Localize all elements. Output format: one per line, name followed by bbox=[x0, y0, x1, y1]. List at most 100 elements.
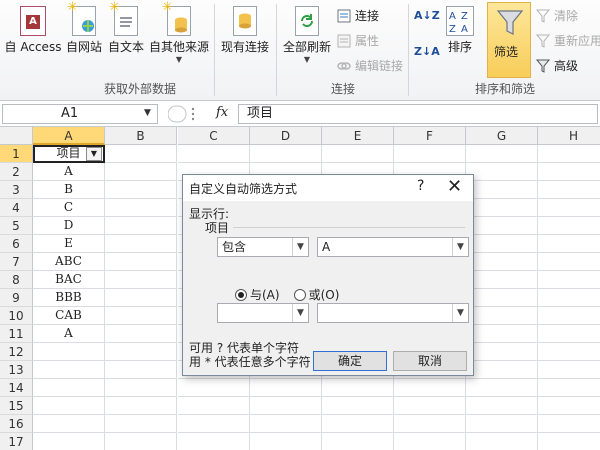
from-text-button[interactable]: ✳ 自文本 bbox=[106, 1, 146, 55]
cell-b14[interactable] bbox=[105, 379, 177, 397]
insert-function-button[interactable]: fx bbox=[216, 105, 228, 120]
cell-f17[interactable] bbox=[394, 433, 466, 450]
row-header-14[interactable]: 14 bbox=[0, 379, 33, 397]
row-header-11[interactable]: 11 bbox=[0, 325, 33, 343]
cell-a14[interactable] bbox=[33, 379, 105, 397]
cell-g16[interactable] bbox=[466, 415, 538, 433]
cell-h10[interactable] bbox=[538, 307, 600, 325]
cell-g12[interactable] bbox=[466, 343, 538, 361]
cell-h15[interactable] bbox=[538, 397, 600, 415]
cell-h2[interactable] bbox=[538, 163, 600, 181]
column-header-h[interactable]: H bbox=[538, 127, 600, 145]
cell-c1[interactable] bbox=[178, 145, 250, 163]
row-header-12[interactable]: 12 bbox=[0, 343, 33, 361]
cell-h3[interactable] bbox=[538, 181, 600, 199]
cell-e15[interactable] bbox=[322, 397, 394, 415]
cell-b12[interactable] bbox=[105, 343, 177, 361]
cell-a10[interactable]: CAB bbox=[33, 307, 105, 325]
cell-g14[interactable] bbox=[466, 379, 538, 397]
cell-g8[interactable] bbox=[466, 271, 538, 289]
cell-h12[interactable] bbox=[538, 343, 600, 361]
ok-button[interactable]: 确定 bbox=[313, 351, 387, 371]
cell-h4[interactable] bbox=[538, 199, 600, 217]
cell-d15[interactable] bbox=[250, 397, 322, 415]
row-header-5[interactable]: 5 bbox=[0, 217, 33, 235]
cell-g4[interactable] bbox=[466, 199, 538, 217]
row-header-6[interactable]: 6 bbox=[0, 235, 33, 253]
cell-d17[interactable] bbox=[250, 433, 322, 450]
row-header-15[interactable]: 15 bbox=[0, 397, 33, 415]
row-header-17[interactable]: 17 bbox=[0, 433, 33, 450]
cell-b10[interactable] bbox=[105, 307, 177, 325]
cell-c16[interactable] bbox=[178, 415, 250, 433]
edit-links-button[interactable]: 编辑链接 bbox=[337, 57, 403, 74]
autofilter-dropdown-button[interactable]: ▼ bbox=[86, 147, 102, 161]
cell-c15[interactable] bbox=[178, 397, 250, 415]
help-button[interactable]: ? bbox=[417, 178, 424, 194]
cell-a4[interactable]: C bbox=[33, 199, 105, 217]
row-header-13[interactable]: 13 bbox=[0, 361, 33, 379]
connections-button[interactable]: 连接 bbox=[337, 7, 379, 24]
cell-a8[interactable]: BAC bbox=[33, 271, 105, 289]
cell-b13[interactable] bbox=[105, 361, 177, 379]
row-header-16[interactable]: 16 bbox=[0, 415, 33, 433]
condition2-value-input[interactable]: ▼ bbox=[317, 303, 469, 323]
cell-b9[interactable] bbox=[105, 289, 177, 307]
cell-f1[interactable] bbox=[394, 145, 466, 163]
column-header-g[interactable]: G bbox=[466, 127, 538, 145]
advanced-filter-button[interactable]: 高级 bbox=[535, 57, 578, 74]
select-all-corner[interactable] bbox=[0, 127, 33, 145]
row-header-4[interactable]: 4 bbox=[0, 199, 33, 217]
cell-b6[interactable] bbox=[105, 235, 177, 253]
and-radio[interactable] bbox=[235, 288, 247, 301]
cell-e1[interactable] bbox=[322, 145, 394, 163]
cell-g1[interactable] bbox=[466, 145, 538, 163]
cell-a17[interactable] bbox=[33, 433, 105, 450]
existing-connections-button[interactable]: 现有连接 bbox=[218, 6, 272, 55]
cell-a13[interactable] bbox=[33, 361, 105, 379]
refresh-all-button[interactable]: 全部刷新 ▼ bbox=[280, 6, 334, 64]
cell-c17[interactable] bbox=[178, 433, 250, 450]
cell-g2[interactable] bbox=[466, 163, 538, 181]
cell-e14[interactable] bbox=[322, 379, 394, 397]
cell-c14[interactable] bbox=[178, 379, 250, 397]
cell-b2[interactable] bbox=[105, 163, 177, 181]
reapply-button[interactable]: 重新应用 bbox=[535, 32, 600, 49]
column-header-e[interactable]: E bbox=[322, 127, 394, 145]
sort-button[interactable]: AZZA 排序 bbox=[440, 6, 480, 55]
cell-a3[interactable]: B bbox=[33, 181, 105, 199]
cell-e17[interactable] bbox=[322, 433, 394, 450]
cell-a7[interactable]: ABC bbox=[33, 253, 105, 271]
row-header-8[interactable]: 8 bbox=[0, 271, 33, 289]
sort-za-button[interactable]: Z↓A bbox=[414, 46, 440, 57]
cell-b5[interactable] bbox=[105, 217, 177, 235]
column-header-a[interactable]: A bbox=[33, 127, 105, 145]
cell-h8[interactable] bbox=[538, 271, 600, 289]
cell-d14[interactable] bbox=[250, 379, 322, 397]
cell-b7[interactable] bbox=[105, 253, 177, 271]
cell-b4[interactable] bbox=[105, 199, 177, 217]
cell-h16[interactable] bbox=[538, 415, 600, 433]
cell-g13[interactable] bbox=[466, 361, 538, 379]
cell-h11[interactable] bbox=[538, 325, 600, 343]
from-other-sources-button[interactable]: ✳ 自其他来源 ▼ bbox=[148, 1, 210, 64]
and-radio-label[interactable]: 与(A) bbox=[250, 286, 280, 303]
cell-d1[interactable] bbox=[250, 145, 322, 163]
cell-b15[interactable] bbox=[105, 397, 177, 415]
column-header-d[interactable]: D bbox=[250, 127, 322, 145]
cell-f14[interactable] bbox=[394, 379, 466, 397]
cell-b1[interactable] bbox=[105, 145, 177, 163]
row-header-3[interactable]: 3 bbox=[0, 181, 33, 199]
cell-g6[interactable] bbox=[466, 235, 538, 253]
cell-a9[interactable]: BBB bbox=[33, 289, 105, 307]
cell-h7[interactable] bbox=[538, 253, 600, 271]
cell-a16[interactable] bbox=[33, 415, 105, 433]
cell-b3[interactable] bbox=[105, 181, 177, 199]
cell-h9[interactable] bbox=[538, 289, 600, 307]
row-header-2[interactable]: 2 bbox=[0, 163, 33, 181]
cell-h14[interactable] bbox=[538, 379, 600, 397]
cell-g11[interactable] bbox=[466, 325, 538, 343]
row-header-1[interactable]: 1 bbox=[0, 145, 33, 163]
column-header-c[interactable]: C bbox=[178, 127, 250, 145]
cell-g3[interactable] bbox=[466, 181, 538, 199]
